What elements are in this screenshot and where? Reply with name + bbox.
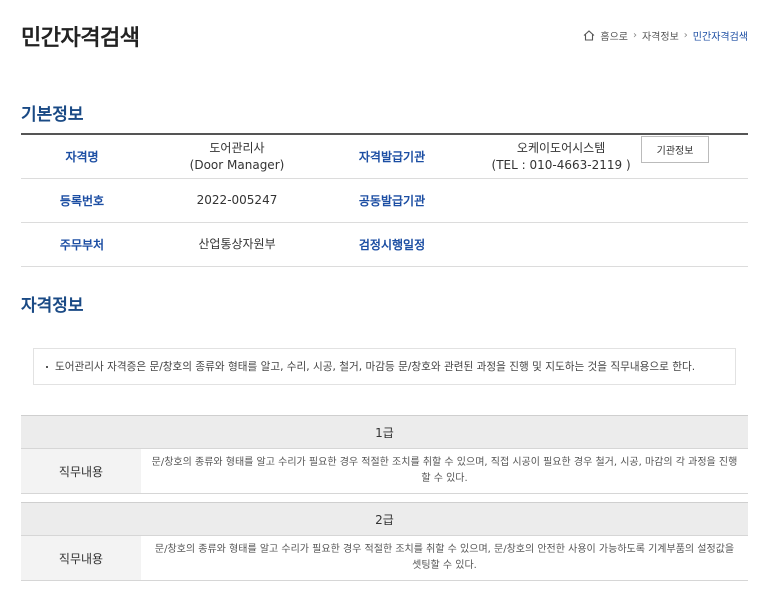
- breadcrumb-current: 민간자격검색: [692, 32, 748, 43]
- ministry-value: 산업통상자원부: [198, 237, 276, 251]
- duty-label: 직무내용: [21, 536, 141, 580]
- duty-label: 직무내용: [21, 449, 141, 493]
- org-info-button[interactable]: 기관정보: [640, 136, 710, 163]
- cert-name-value: 도어관리사 (Door Manager): [143, 140, 331, 174]
- breadcrumb-level1-link[interactable]: 자격정보: [642, 28, 679, 43]
- section-title-basic: 기본정보: [21, 105, 84, 125]
- table-row: 직무내용 문/창호의 종류와 형태를 알고 수리가 필요한 경우 적절한 조치를…: [21, 536, 748, 581]
- summary-box: 도어관리사 자격증은 문/창호의 종류와 형태를 알고, 수리, 시공, 철거,…: [33, 348, 736, 385]
- issuer-value: 오케이도어시스템 (TEL : 010-4663-2119 ) 기관정보: [453, 136, 748, 174]
- duty-description-line: 할 수 있다.: [421, 473, 468, 484]
- ministry-label: 주무부처: [59, 238, 105, 252]
- co-issuer-label: 공동발급기관: [358, 194, 426, 208]
- reg-number-value: 2022-005247: [196, 193, 278, 207]
- cert-name-label: 자격명: [65, 150, 99, 164]
- breadcrumb: 홈으로 › 자격정보 › 민간자격검색: [583, 28, 748, 43]
- grade-name: 2급: [21, 502, 748, 536]
- table-row: 자격명 도어관리사 (Door Manager) 자격발급기관 오케이도어시스템…: [21, 135, 748, 179]
- exam-schedule-label: 검정시행일정: [358, 238, 426, 252]
- grade-table-2: 2급 직무내용 문/창호의 종류와 형태를 알고 수리가 필요한 경우 적절한 …: [21, 502, 748, 581]
- table-row: 직무내용 문/창호의 종류와 형태를 알고 수리가 필요한 경우 적절한 조치를…: [21, 449, 748, 494]
- issuer-phone: (TEL : 010-4663-2119 ): [491, 157, 631, 172]
- page-title: 민간자격검색: [21, 26, 140, 51]
- summary-text: 도어관리사 자격증은 문/창호의 종류와 형태를 알고, 수리, 시공, 철거,…: [55, 361, 696, 373]
- grade-name: 1급: [21, 415, 748, 449]
- home-icon[interactable]: [583, 30, 595, 41]
- duty-description-line: 문/창호의 종류와 형태를 알고 수리가 필요한 경우 적절한 조치를 취할 수…: [151, 457, 738, 468]
- bullet-icon: [46, 365, 48, 368]
- table-row: 등록번호 2022-005247 공동발급기관: [21, 179, 748, 223]
- section-title-qualification: 자격정보: [21, 296, 84, 316]
- chevron-right-icon: ›: [632, 30, 637, 41]
- breadcrumb-home-link[interactable]: 홈으로: [600, 28, 628, 43]
- grade-table-1: 1급 직무내용 문/창호의 종류와 형태를 알고 수리가 필요한 경우 적절한 …: [21, 415, 748, 494]
- basic-info-table: 자격명 도어관리사 (Door Manager) 자격발급기관 오케이도어시스템…: [21, 133, 748, 267]
- duty-description: 문/창호의 종류와 형태를 알고 수리가 필요한 경우 적절한 조치를 취할 수…: [141, 536, 748, 580]
- chevron-right-icon: ›: [683, 30, 688, 41]
- duty-description-line: 셋팅할 수 있다.: [412, 560, 477, 571]
- duty-description-line: 문/창호의 종류와 형태를 알고 수리가 필요한 경우 적절한 조치를 취할 수…: [154, 544, 735, 555]
- issuer-name: 오케이도어시스템: [516, 140, 606, 155]
- reg-number-label: 등록번호: [59, 194, 105, 208]
- cert-name-english: (Door Manager): [189, 157, 285, 172]
- cert-name-korean: 도어관리사: [209, 140, 265, 155]
- issuer-label: 자격발급기관: [358, 150, 426, 164]
- table-row: 주무부처 산업통상자원부 검정시행일정: [21, 223, 748, 267]
- duty-description: 문/창호의 종류와 형태를 알고 수리가 필요한 경우 적절한 조치를 취할 수…: [141, 449, 748, 493]
